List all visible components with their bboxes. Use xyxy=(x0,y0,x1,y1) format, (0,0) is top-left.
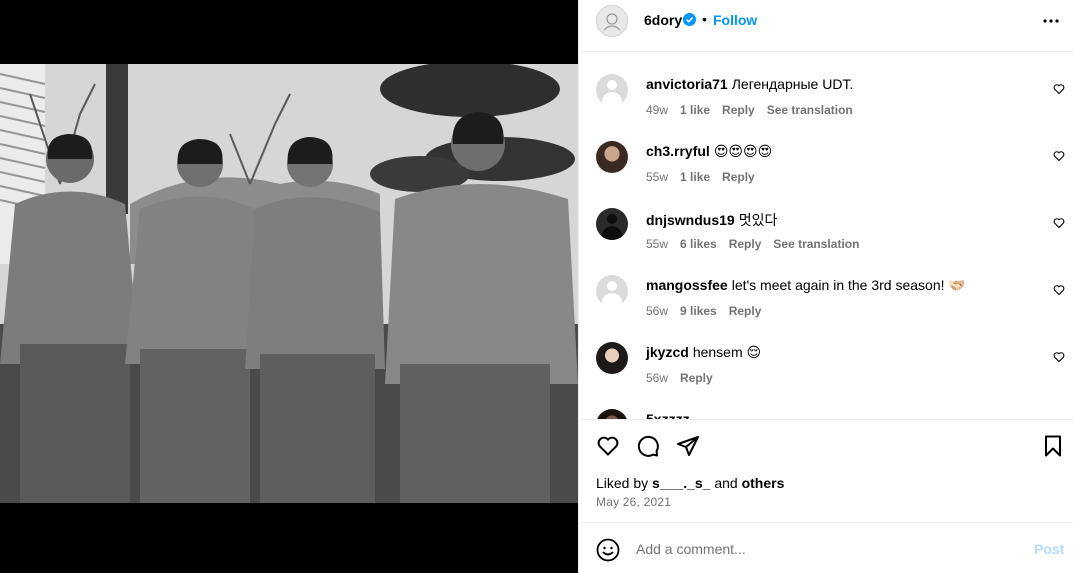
comment-meta: 55w 1 like Reply xyxy=(646,170,767,184)
likes-prefix: Liked by xyxy=(596,475,649,491)
bookmark-icon[interactable] xyxy=(1041,434,1065,458)
comment-meta: 55w 6 likes Reply See translation xyxy=(646,237,871,251)
commenter-username[interactable]: 5xzzzz xyxy=(646,411,690,419)
comment-likes[interactable]: 6 likes xyxy=(680,237,717,251)
comment-age: 55w xyxy=(646,237,669,251)
comment-item: mangossfee let's meet again in the 3rd se… xyxy=(579,254,1073,321)
commenter-username[interactable]: ch3.rryful xyxy=(646,143,710,159)
comment-meta: 56w Reply xyxy=(646,371,725,385)
author-avatar[interactable] xyxy=(596,5,628,37)
likes-summary: Liked by s___._s_ and others xyxy=(596,475,784,491)
comments-list[interactable]: anvictoria71 Легендарные UDT. 49w 1 like Re… xyxy=(579,53,1073,419)
comment-likes[interactable]: 1 like xyxy=(680,103,710,117)
comment-item: 5xzzzz xyxy=(579,388,1073,419)
follow-button[interactable]: Follow xyxy=(713,12,757,28)
commenter-avatar[interactable] xyxy=(596,141,628,173)
comment-text: 멋있다 xyxy=(738,212,778,228)
comment-text: Легендарные UDT. xyxy=(731,76,854,92)
comment-line: mangossfee let's meet again in the 3rd se… xyxy=(646,277,966,294)
comment-like-heart-icon[interactable] xyxy=(1053,217,1065,229)
comment-likes[interactable]: 1 like xyxy=(680,170,710,184)
add-comment-bar: Post xyxy=(579,524,1073,573)
reply-button[interactable]: Reply xyxy=(729,237,762,251)
comment-text: let's meet again in the 3rd season! 🫱🏻‍🫲… xyxy=(731,277,966,293)
comment-like-heart-icon[interactable] xyxy=(1053,351,1065,363)
reply-button[interactable]: Reply xyxy=(722,103,755,117)
post-header: 6dory • Follow xyxy=(579,0,1073,52)
comment-age: 56w xyxy=(646,371,669,385)
comment-like-heart-icon[interactable] xyxy=(1053,284,1065,296)
comment-meta: 49w 1 like Reply See translation xyxy=(646,103,865,117)
post-comment-button[interactable]: Post xyxy=(1034,541,1064,557)
see-translation-button[interactable]: See translation xyxy=(767,103,853,117)
avatar-illustration-icon xyxy=(603,13,621,31)
comment-line: anvictoria71 Легендарные UDT. xyxy=(646,76,853,92)
comment-age: 56w xyxy=(646,304,669,318)
comment-item: jkyzcd hensem 😌 56w Reply xyxy=(579,321,1073,388)
more-options-icon[interactable] xyxy=(1042,12,1060,30)
comment-line: ch3.rryful 😍😍😍😍 xyxy=(646,143,772,160)
separator-dot: • xyxy=(702,11,707,27)
comment-text: 😍😍😍😍 xyxy=(713,143,773,159)
commenter-username[interactable]: mangossfee xyxy=(646,277,728,293)
comment-age: 49w xyxy=(646,103,669,117)
comment-line: dnjswndus19 멋있다 xyxy=(646,210,777,230)
commenter-username[interactable]: jkyzcd xyxy=(646,344,689,360)
comment-age: 55w xyxy=(646,170,669,184)
see-translation-button[interactable]: See translation xyxy=(773,237,859,251)
comment-meta: 56w 9 likes Reply xyxy=(646,304,773,318)
likes-others[interactable]: others xyxy=(742,475,785,491)
post-media[interactable] xyxy=(0,0,578,573)
liked-by-user[interactable]: s___._s_ xyxy=(652,475,710,491)
post-photo xyxy=(0,64,578,503)
commenter-username[interactable]: anvictoria71 xyxy=(646,76,728,92)
commenter-avatar[interactable] xyxy=(596,74,628,106)
post-date[interactable]: May 26, 2021 xyxy=(596,495,671,509)
share-icon[interactable] xyxy=(676,434,700,458)
comment-like-heart-icon[interactable] xyxy=(1053,150,1065,162)
post-sidebar: 6dory • Follow anvictoria71 Легендарные U… xyxy=(578,0,1073,573)
reply-button[interactable]: Reply xyxy=(680,371,713,385)
post-actions: Liked by s___._s_ and others May 26, 202… xyxy=(579,419,1073,523)
comment-like-heart-icon[interactable] xyxy=(1053,83,1065,95)
comment-icon[interactable] xyxy=(636,434,660,458)
commenter-username[interactable]: dnjswndus19 xyxy=(646,212,735,228)
comment-likes[interactable]: 9 likes xyxy=(680,304,717,318)
commenter-avatar[interactable] xyxy=(596,208,628,240)
comment-text: hensem 😌 xyxy=(692,344,762,360)
comment-input[interactable] xyxy=(636,538,1016,560)
reply-button[interactable]: Reply xyxy=(729,304,762,318)
comment-item: anvictoria71 Легендарные UDT. 49w 1 like Re… xyxy=(579,53,1073,120)
post-viewer: 6dory • Follow anvictoria71 Легендарные U… xyxy=(0,0,1073,573)
reply-button[interactable]: Reply xyxy=(722,170,755,184)
commenter-avatar[interactable] xyxy=(596,409,628,419)
author-username[interactable]: 6dory xyxy=(644,12,682,28)
commenter-avatar[interactable] xyxy=(596,342,628,374)
comment-line: 5xzzzz xyxy=(646,411,694,419)
photo-illustration xyxy=(0,64,578,503)
likes-conj: and xyxy=(714,475,738,491)
comment-item: dnjswndus19 멋있다 55w 6 likes Reply See transl… xyxy=(579,187,1073,254)
comment-item: ch3.rryful 😍😍😍😍 55w 1 like Reply xyxy=(579,120,1073,187)
comment-line: jkyzcd hensem 😌 xyxy=(646,344,761,361)
like-heart-icon[interactable] xyxy=(596,434,620,458)
emoji-icon[interactable] xyxy=(596,538,620,562)
verified-badge-icon xyxy=(683,13,696,26)
commenter-avatar[interactable] xyxy=(596,275,628,307)
